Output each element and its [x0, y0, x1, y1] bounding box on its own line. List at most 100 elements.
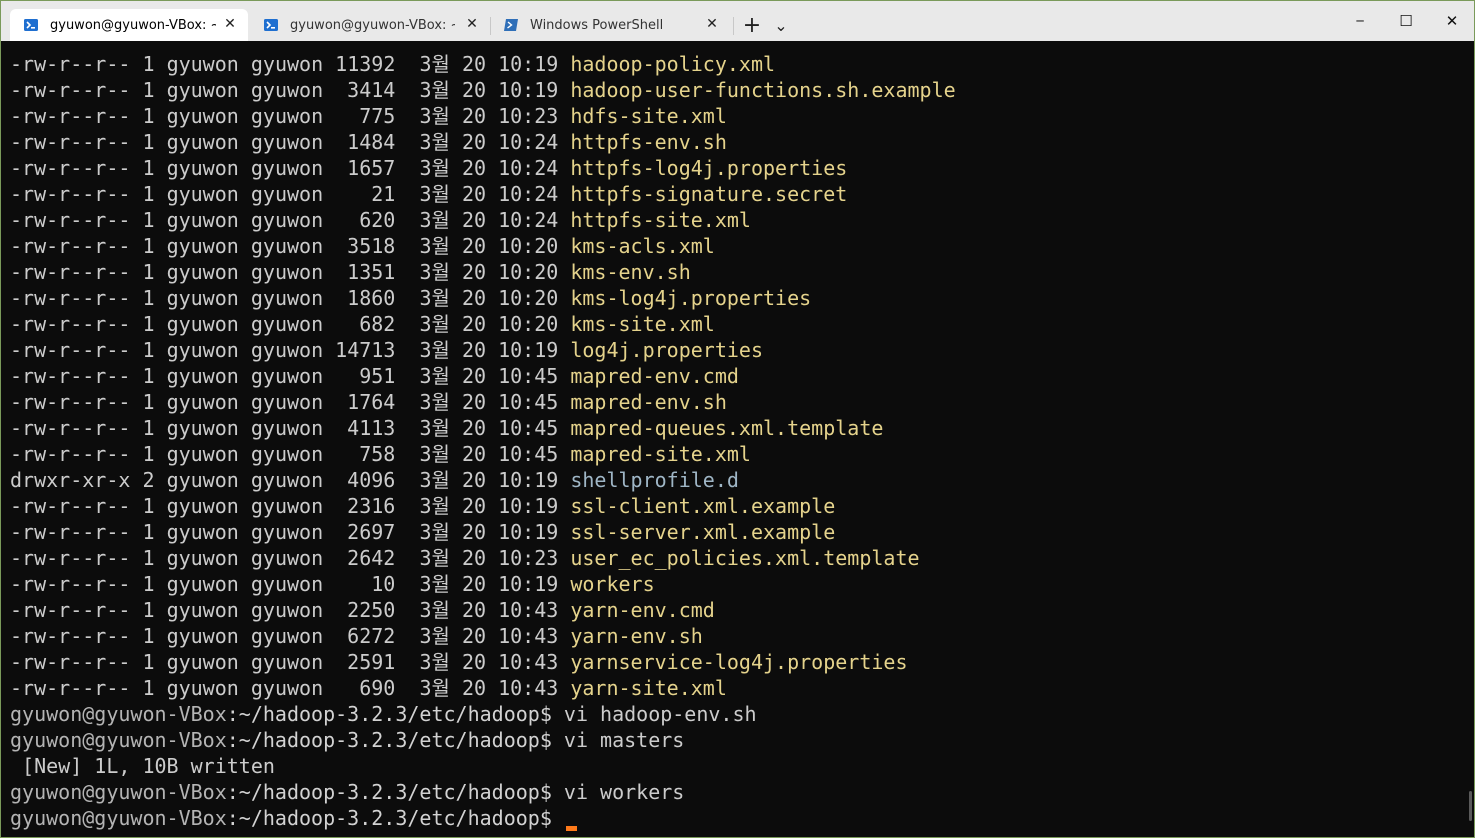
listing-filename: httpfs-env.sh — [570, 130, 727, 154]
listing-sep — [155, 78, 167, 102]
listing-links: 1 — [142, 598, 155, 622]
listing-group: gyuwon — [250, 312, 324, 336]
listing-row: -rw-r--r-- 1 gyuwon gyuwon 620 3월 20 10:… — [10, 207, 956, 233]
listing-sep — [450, 78, 462, 102]
output-text: [New] 1L, 10B written — [10, 754, 275, 778]
listing-group: gyuwon — [250, 390, 324, 414]
listing-size: 682 — [359, 312, 396, 336]
tab-dropdown-button[interactable]: ⌄ — [769, 9, 793, 41]
prompt-path: :~/hadoop-3.2.3/etc/hadoop$ — [226, 728, 552, 752]
close-tab-icon[interactable]: ✕ — [464, 16, 480, 32]
listing-sep — [486, 156, 498, 180]
listing-day: 20 — [461, 78, 487, 102]
listing-sep — [558, 416, 570, 440]
tab-gyuwon-1[interactable]: gyuwon@gyuwon-VBox: ~/h ✕ — [10, 9, 248, 41]
listing-day: 20 — [461, 390, 487, 414]
listing-row: -rw-r--r-- 1 gyuwon gyuwon 21 3월 20 10:2… — [10, 181, 956, 207]
scrollbar[interactable] — [1469, 791, 1472, 821]
listing-filename: hadoop-policy.xml — [570, 52, 776, 76]
close-tab-icon[interactable]: ✕ — [222, 16, 238, 32]
listing-owner: gyuwon — [166, 260, 239, 284]
minimize-button[interactable]: ─ — [1337, 1, 1383, 41]
listing-owner: gyuwon — [166, 650, 239, 674]
text-cursor — [565, 826, 577, 831]
listing-sep — [558, 130, 570, 154]
listing-time: 10:19 — [498, 572, 559, 596]
listing-sep — [323, 676, 335, 700]
listing-sep — [239, 208, 251, 232]
listing-links: 1 — [142, 494, 155, 518]
listing-time: 10:43 — [498, 676, 559, 700]
listing-sep — [323, 364, 335, 388]
prompt-line: gyuwon@gyuwon-VBox:~/hadoop-3.2.3/etc/ha… — [10, 779, 956, 805]
listing-sep — [323, 546, 335, 570]
listing-sep — [450, 598, 462, 622]
listing-group: gyuwon — [250, 520, 324, 544]
listing-sep — [486, 208, 498, 232]
listing-sep — [239, 286, 251, 310]
listing-sep — [130, 546, 142, 570]
listing-owner: gyuwon — [166, 208, 239, 232]
listing-sep — [323, 312, 335, 336]
listing-sep — [486, 260, 498, 284]
listing-sep — [130, 130, 142, 154]
listing-sep — [239, 364, 251, 388]
typed-command — [552, 806, 564, 830]
listing-sep — [558, 468, 570, 492]
listing-sep — [155, 468, 167, 492]
terminal-output[interactable]: -rw-r--r-- 1 gyuwon gyuwon 11392 3월 20 1… — [10, 51, 956, 831]
listing-perm: -rw-r--r-- — [10, 494, 131, 518]
listing-time: 10:45 — [498, 364, 559, 388]
listing-sep — [239, 650, 251, 674]
listing-row: -rw-r--r-- 1 gyuwon gyuwon 3414 3월 20 10… — [10, 77, 956, 103]
listing-size: 2697 — [347, 520, 396, 544]
typed-command: vi hadoop-env.sh — [551, 702, 757, 726]
listing-sep — [558, 650, 570, 674]
listing-perm: -rw-r--r-- — [10, 416, 131, 440]
listing-day: 20 — [461, 416, 487, 440]
listing-perm: -rw-r--r-- — [10, 104, 131, 128]
tab-gyuwon-2[interactable]: gyuwon@gyuwon-VBox: ~/ha ✕ — [250, 9, 490, 41]
new-tab-button[interactable]: + — [738, 9, 766, 41]
listing-sep — [558, 520, 570, 544]
listing-links: 1 — [142, 312, 155, 336]
listing-sep — [395, 78, 419, 102]
listing-sep — [558, 312, 570, 336]
listing-time: 10:19 — [498, 468, 559, 492]
maximize-button[interactable]: ☐ — [1383, 1, 1429, 41]
listing-time: 10:19 — [498, 52, 559, 76]
listing-perm: -rw-r--r-- — [10, 78, 131, 102]
listing-sep — [395, 364, 419, 388]
close-window-button[interactable]: ✕ — [1429, 1, 1475, 41]
listing-group: gyuwon — [250, 182, 324, 206]
listing-size: 21 — [371, 182, 396, 206]
listing-day: 20 — [461, 182, 487, 206]
listing-sep — [239, 52, 251, 76]
listing-owner: gyuwon — [166, 234, 239, 258]
listing-sep — [155, 52, 167, 76]
listing-filename: ssl-server.xml.example — [570, 520, 836, 544]
listing-sep — [395, 468, 419, 492]
tab-label: Windows PowerShell — [530, 17, 664, 33]
listing-time: 10:45 — [498, 416, 559, 440]
close-tab-icon[interactable]: ✕ — [704, 16, 720, 32]
listing-filename: yarn-env.sh — [570, 624, 703, 648]
prompt-line: gyuwon@gyuwon-VBox:~/hadoop-3.2.3/etc/ha… — [10, 805, 956, 831]
listing-sep — [486, 78, 498, 102]
listing-row: -rw-r--r-- 1 gyuwon gyuwon 14713 3월 20 1… — [10, 337, 956, 363]
listing-owner: gyuwon — [166, 468, 239, 492]
listing-row: -rw-r--r-- 1 gyuwon gyuwon 2591 3월 20 10… — [10, 649, 956, 675]
listing-sep — [239, 260, 251, 284]
listing-sep — [558, 156, 570, 180]
listing-sep — [155, 104, 167, 128]
listing-sep — [239, 182, 251, 206]
listing-sep — [450, 364, 462, 388]
listing-links: 1 — [142, 182, 155, 206]
listing-row: drwxr-xr-x 2 gyuwon gyuwon 4096 3월 20 10… — [10, 467, 956, 493]
prompt-user: gyuwon@gyuwon-VBox — [10, 702, 227, 726]
listing-owner: gyuwon — [166, 676, 239, 700]
listing-day: 20 — [461, 208, 487, 232]
tab-powershell[interactable]: Windows PowerShell ✕ — [490, 9, 730, 41]
listing-links: 1 — [142, 364, 155, 388]
listing-sep — [130, 416, 142, 440]
